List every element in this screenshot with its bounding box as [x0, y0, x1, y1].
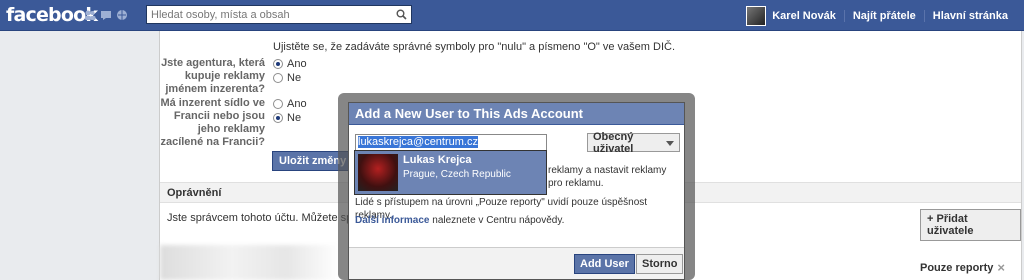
- dialog-body: lukaskrejca@centrum.cz Obecný uživatel r…: [349, 125, 684, 247]
- radio-unchecked-icon[interactable]: [273, 73, 283, 83]
- add-user-submit-button[interactable]: Add User: [574, 254, 635, 274]
- france-question-label: Má inzerent sídlo ve Francii nebo jsou j…: [160, 97, 265, 148]
- email-value: lukaskrejca@centrum.cz: [358, 136, 478, 148]
- email-input[interactable]: lukaskrejca@centrum.cz: [355, 134, 547, 151]
- france-question: Má inzerent sídlo ve Francii nebo jsou j…: [160, 97, 307, 149]
- france-option-yes[interactable]: Ano: [273, 97, 307, 111]
- france-options: Ano Ne: [273, 97, 307, 149]
- reports-label: Pouze reporty: [920, 261, 994, 274]
- agency-options: Ano Ne: [273, 57, 307, 96]
- messages-icon[interactable]: [100, 8, 112, 21]
- add-user-dialog: Add a New User to This Ads Account lukas…: [348, 102, 685, 280]
- profile-link[interactable]: Karel Novák: [772, 10, 844, 22]
- suggestion-name: Lukas Krejca: [403, 154, 472, 166]
- search-input[interactable]: [147, 6, 391, 23]
- search-icon[interactable]: [391, 6, 411, 23]
- radio-checked-icon[interactable]: [273, 59, 283, 69]
- top-nav: Karel Novák Najít přátele Hlavní stránka: [746, 0, 1016, 31]
- notifications-icon[interactable]: [116, 8, 128, 21]
- help-text-rest: naleznete v Centru nápovědy.: [429, 215, 565, 226]
- agency-question-label: Jste agentura, která kupuje reklamy jmén…: [161, 57, 265, 95]
- remove-icon[interactable]: ×: [997, 260, 1005, 275]
- dialog-title: Add a New User to This Ads Account: [349, 103, 684, 125]
- top-bar: facebook Karel Novák Najít přátele Hlavn…: [0, 0, 1024, 31]
- suggestion-location: Prague, Czech Republic: [403, 169, 511, 180]
- typeahead-suggestion[interactable]: Lukas Krejca Prague, Czech Republic: [354, 150, 547, 195]
- agency-option-no[interactable]: Ne: [273, 71, 307, 85]
- search-box: [146, 5, 412, 24]
- role-description-1: reklamy a nastavit reklamy: [548, 165, 667, 176]
- dialog-footer: Add User Storno: [349, 247, 684, 279]
- help-text: Další informace naleznete v Centru nápov…: [355, 214, 564, 227]
- suggestion-photo: [358, 154, 398, 191]
- jewel-icons: [84, 8, 128, 21]
- role-label: Obecný uživatel: [593, 130, 634, 155]
- radio-unchecked-icon[interactable]: [273, 99, 283, 109]
- dic-note-text: Ujistěte se, že zadáváte správné symboly…: [273, 41, 676, 53]
- agency-option-yes[interactable]: Ano: [273, 57, 307, 71]
- blurred-user: [160, 245, 340, 280]
- radio-checked-icon[interactable]: [273, 113, 283, 123]
- option-label: Ne: [287, 72, 302, 84]
- role-dropdown[interactable]: Obecný uživatel: [587, 130, 680, 155]
- cancel-button[interactable]: Storno: [636, 254, 684, 274]
- option-label: Ano: [287, 58, 307, 70]
- option-label: Ano: [287, 98, 307, 110]
- cut-off-text: [273, 31, 973, 41]
- role-description-2: pro reklamu.: [548, 178, 604, 189]
- more-info-link[interactable]: Další informace: [355, 215, 429, 226]
- agency-question: Jste agentura, která kupuje reklamy jmén…: [160, 57, 307, 96]
- home-link[interactable]: Hlavní stránka: [923, 9, 1016, 22]
- find-friends-link[interactable]: Najít přátele: [843, 9, 924, 22]
- avatar[interactable]: [746, 5, 767, 26]
- dic-note: Ujistěte se, že zadáváte správné symboly…: [273, 31, 973, 54]
- friend-requests-icon[interactable]: [84, 8, 96, 21]
- add-user-button[interactable]: + Přidat uživatele: [920, 209, 1021, 241]
- france-option-no[interactable]: Ne: [273, 111, 307, 125]
- option-label: Ne: [287, 112, 302, 124]
- reports-level: Pouze reporty ×: [920, 260, 1005, 275]
- chevron-down-icon: [666, 137, 674, 149]
